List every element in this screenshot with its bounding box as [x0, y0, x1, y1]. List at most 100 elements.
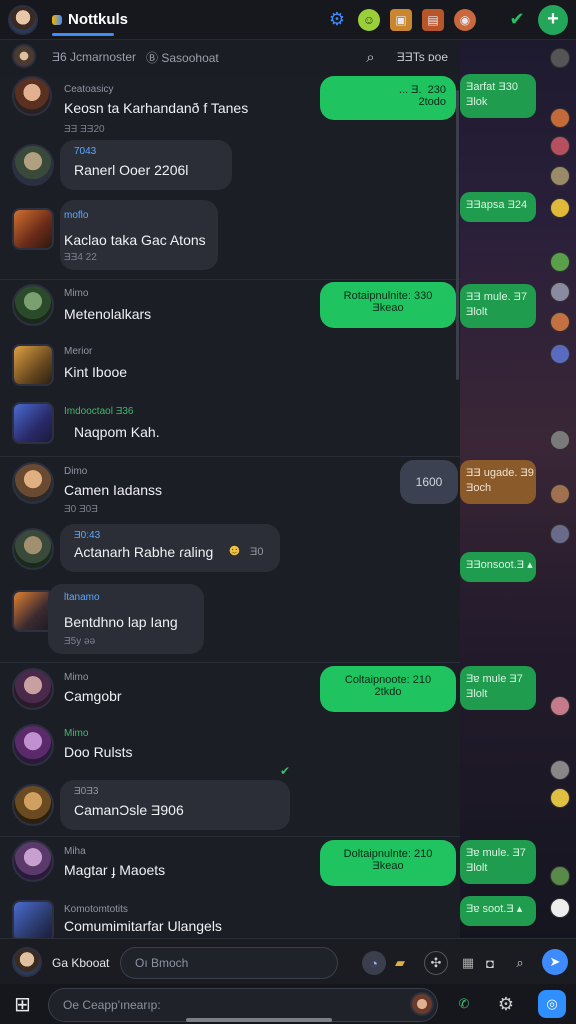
right-panel-avatar[interactable]	[550, 166, 570, 186]
gear-icon[interactable]: ⚙	[326, 9, 348, 31]
outgoing-bubble[interactable]: Doltaipnulnte: 210 Ǝkeao	[320, 840, 456, 886]
right-panel-avatar[interactable]	[550, 344, 570, 364]
check-icon: ✔	[280, 764, 291, 778]
contact-avatar[interactable]	[12, 900, 54, 938]
profile-icon[interactable]: ◉	[454, 8, 476, 31]
smiley-icon[interactable]: ☺	[358, 8, 380, 31]
contact-avatar[interactable]	[12, 784, 54, 826]
contact-avatar[interactable]	[12, 462, 54, 504]
chat-list[interactable]: Ceatoasicy Keosn ta Karhandanð f Tanes Ǝ…	[0, 74, 460, 938]
right-panel-avatar[interactable]	[550, 760, 570, 780]
chat-message: Naqpom Kah.	[74, 424, 160, 440]
contact-avatar[interactable]	[12, 402, 54, 444]
message-placeholder: Oe Ceapp'ınearıp:	[63, 998, 161, 1012]
contact-avatar[interactable]	[12, 284, 54, 326]
chat-row[interactable]: Miha Magtar ɟ Maoets Doltaipnulnte: 210 …	[0, 840, 460, 892]
right-bubble[interactable]: ƎƎ ugade. Ǝ9 Ǝoch	[460, 460, 536, 504]
contact-avatar[interactable]	[12, 344, 54, 386]
chat-meta: moflo	[64, 210, 89, 221]
right-panel-avatar[interactable]	[550, 252, 570, 272]
chat-row[interactable]: Komotomtotits Comumimitarfar Ulangels	[0, 898, 460, 938]
grid-icon[interactable]: ▦	[456, 951, 480, 975]
chat-row[interactable]: Imdooctaol Ǝ36 Naqpom Kah.	[0, 400, 460, 452]
chat-row[interactable]: Ɩtanamo Bentdhno lap Iang Ǝ5y ǝǝ	[0, 584, 460, 660]
check-icon[interactable]: ✔	[506, 9, 528, 31]
discord-icon[interactable]: ◘	[478, 951, 502, 975]
search-icon[interactable]: ⌕	[366, 49, 374, 66]
filter-avatar[interactable]	[12, 44, 36, 68]
right-bubble[interactable]: Ǝɐ mule Ǝ7 Ǝlolt	[460, 666, 536, 710]
store-icon[interactable]: ▤	[422, 8, 444, 31]
chat-row[interactable]: Mimo Camgobr Coltaipnoote: 210 2tkdo	[0, 666, 460, 720]
user-label: Ga Kbooat	[52, 956, 110, 970]
smiley-emoji-icon: ☻	[226, 542, 243, 559]
settings-icon[interactable]: ⚙	[494, 992, 518, 1016]
search-icon[interactable]: ⌕	[508, 951, 532, 975]
contact-avatar[interactable]	[12, 144, 54, 186]
right-panel-avatar[interactable]	[550, 430, 570, 450]
top-bar: Nottkuls ⚙ ☺ ▣ ▤ ◉ ✔ +	[0, 0, 576, 40]
chat-row[interactable]: Mimo Metenolalkars Rotaipnulnite: 330 Ǝk…	[0, 282, 460, 334]
right-bubble[interactable]: Ǝɐ mule. Ǝ7 Ǝlolt	[460, 840, 536, 884]
outgoing-bubble[interactable]: Rotaipnulnite: 330 Ǝkeao	[320, 282, 456, 328]
right-bubble[interactable]: ƎƎ mule. Ǝ7 Ǝlolt	[460, 284, 536, 328]
contact-avatar[interactable]	[12, 668, 54, 710]
chat-row[interactable]: Ceatoasicy Keosn ta Karhandanð f Tanes Ǝ…	[0, 74, 460, 138]
right-panel-avatar[interactable]	[550, 312, 570, 332]
chat-meta: Mimo	[64, 728, 89, 739]
chat-meta: Ǝ0:43	[74, 530, 101, 541]
send-icon[interactable]: ➤	[542, 949, 568, 975]
chat-row[interactable]: Merior Kint Ibooe	[0, 340, 460, 394]
compass-icon[interactable]: ✣	[424, 951, 448, 975]
notification-icon[interactable]: ◔	[362, 951, 386, 975]
active-tab-indicator	[52, 33, 114, 36]
outgoing-bubble[interactable]: Coltaipnoote: 210 2tkdo	[320, 666, 456, 712]
scrollbar[interactable]	[456, 90, 459, 380]
right-bubble[interactable]: ƎƎonsoot.Ǝ ▴	[460, 552, 536, 582]
contact-avatar[interactable]	[12, 840, 54, 882]
user-avatar-bottom[interactable]	[12, 947, 42, 977]
filter-item-1[interactable]: Ǝ6 Jcmarnoster	[52, 50, 136, 64]
right-bubble[interactable]: ƎƎapsa Ǝ24	[460, 192, 536, 222]
right-panel-avatar[interactable]	[550, 282, 570, 302]
search-input[interactable]: Oı Bmoch	[120, 947, 338, 979]
chat-row[interactable]: Ǝ0:43 Actanarh Rabhe ɾaling ☻ Ǝ0	[0, 522, 460, 580]
contact-avatar[interactable]	[12, 208, 54, 250]
chat-row[interactable]: moflo Kaclao taka Gac Atons ƎƎ4 22	[0, 200, 460, 274]
compose-avatar[interactable]	[410, 992, 434, 1016]
app-title[interactable]: Nottkuls	[52, 11, 128, 36]
right-bubble[interactable]: Ǝarfat Ǝ30 Ǝlok	[460, 74, 536, 118]
chat-meta: Komotomtotits	[64, 904, 128, 915]
chat-row[interactable]: 7043 Ranerl Ooer 2206l	[0, 140, 460, 196]
right-panel-avatar[interactable]	[550, 696, 570, 716]
right-panel-avatar[interactable]	[550, 866, 570, 886]
right-panel-avatar[interactable]	[550, 898, 570, 918]
outgoing-bubble[interactable]: 1600	[400, 460, 458, 504]
right-panel-avatar[interactable]	[550, 788, 570, 808]
contact-avatar[interactable]	[12, 76, 52, 116]
right-panel-avatar[interactable]	[550, 198, 570, 218]
filter-item-2[interactable]: Ⓑ Sasoohoat	[146, 49, 219, 66]
chat-row[interactable]: Ǝ0Ǝ3 CamanƆsle Ǝ906	[0, 778, 460, 834]
right-panel-avatar[interactable]	[550, 524, 570, 544]
right-bubble[interactable]: Ǝɐ soot.Ǝ ▴	[460, 896, 536, 926]
chat-message: Kint Ibooe	[64, 364, 128, 380]
new-chat-button[interactable]: +	[538, 4, 568, 35]
filter-right-label[interactable]: ƎƎTs ᴅoe	[397, 50, 448, 64]
user-avatar[interactable]	[8, 4, 38, 35]
camera-icon[interactable]: ◎	[538, 990, 566, 1018]
lock-icon[interactable]: ▰	[388, 951, 412, 975]
phone-icon[interactable]: ✆	[452, 992, 476, 1016]
game-icon[interactable]: ▣	[390, 8, 412, 31]
chat-row[interactable]: Mimo Doo Rulsts ✔	[0, 724, 460, 778]
apps-grid-icon[interactable]: ⊞	[14, 992, 31, 1017]
outgoing-bubble[interactable]: ... Ǝ. 230 2todo	[320, 76, 456, 120]
right-panel-avatar[interactable]	[550, 136, 570, 156]
right-panel-avatar[interactable]	[550, 108, 570, 128]
contact-avatar[interactable]	[12, 724, 54, 766]
contact-avatar[interactable]	[12, 528, 54, 570]
message-input[interactable]: Oe Ceapp'ınearıp:	[48, 988, 438, 1022]
right-panel-avatar[interactable]	[550, 484, 570, 504]
right-panel-avatar[interactable]	[550, 48, 570, 68]
chat-row[interactable]: Dimo Camen Iadanss Ǝ0 Ǝ0Ǝ 1600	[0, 460, 460, 520]
